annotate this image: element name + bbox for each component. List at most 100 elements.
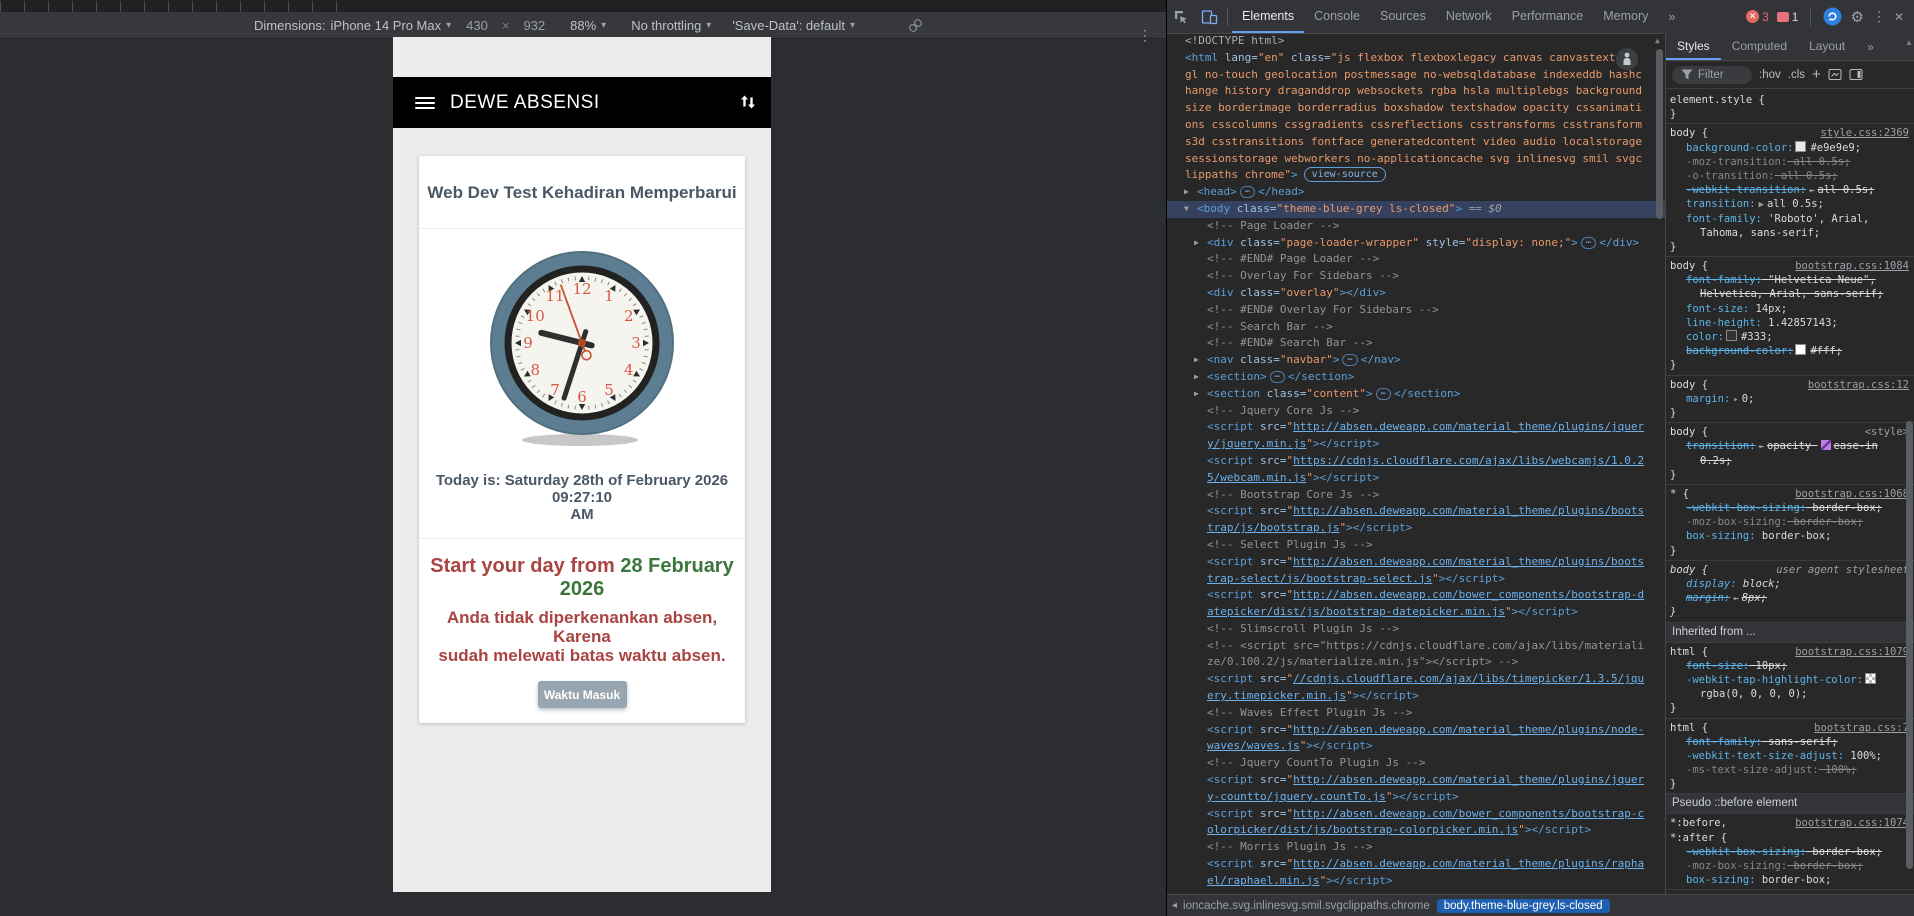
expand-arrow-icon[interactable]: ▶ (1184, 184, 1189, 201)
styles-filter-input[interactable]: Filter (1672, 65, 1752, 84)
rendering-emulation-icon[interactable] (1828, 68, 1842, 81)
css-property[interactable]: font-size: 10px; (1670, 659, 1914, 673)
style-source-link[interactable]: bootstrap.css:12 (1808, 378, 1909, 392)
css-property[interactable]: -webkit-tap-highlight-color: (1670, 672, 1914, 687)
devtools-menu-icon[interactable]: ⋮ (1872, 8, 1886, 25)
tab-performance[interactable]: Performance (1502, 0, 1594, 31)
zoom-select[interactable]: 88% (570, 18, 596, 33)
close-devtools-icon[interactable]: ✕ (1894, 10, 1904, 24)
view-source-badge[interactable]: view-source (1303, 167, 1386, 183)
inspect-element-icon[interactable] (1167, 0, 1195, 33)
style-source-link[interactable]: bootstrap.css:1074 (1795, 816, 1909, 830)
tab-console[interactable]: Console (1304, 0, 1370, 31)
dom-tree-line[interactable]: <script src="http://absen.deweapp.com/ma… (1167, 772, 1665, 789)
style-rule[interactable]: bootstrap.css:1079 html {font-size: 10px;… (1666, 643, 1914, 719)
css-property[interactable]: background-color: #fff; (1670, 344, 1914, 358)
style-source-link[interactable]: bootstrap.css:1068 (1795, 487, 1909, 501)
css-property[interactable]: transition: ▶ all 0.5s; (1670, 197, 1914, 211)
dom-tree-line[interactable]: <script src="http://absen.deweapp.com/ma… (1167, 503, 1665, 520)
dom-tree-line[interactable]: <!-- Jquery Core Js --> (1167, 403, 1665, 420)
dom-tree-line[interactable]: <!-- Bootstrap Core Js --> (1167, 487, 1665, 504)
collapsed-children-icon[interactable]: ⋯ (1269, 370, 1286, 383)
dom-tree-line[interactable]: <!DOCTYPE html> (1167, 33, 1665, 50)
dom-tree-line[interactable]: ▶ <section> ⋯ </section> (1167, 369, 1665, 386)
sidebar-tab-styles[interactable]: Styles (1666, 33, 1721, 60)
tab-elements[interactable]: Elements (1232, 0, 1305, 33)
dom-tree-line[interactable]: ▶ <nav class="navbar"> ⋯ </nav> (1167, 352, 1665, 369)
dom-tree-line[interactable]: waves/waves.js"></script> (1167, 738, 1665, 755)
style-source-link[interactable]: <style> (1865, 425, 1909, 439)
dom-tree-line[interactable]: <div class="overlay"></div> (1167, 285, 1665, 302)
css-property[interactable]: color: #333; (1670, 330, 1914, 344)
breadcrumb-selected[interactable]: body.theme-blue-grey.ls-closed (1436, 898, 1610, 913)
dom-tree-line[interactable]: <script src="http://absen.deweapp.com/bo… (1167, 806, 1665, 823)
dom-tree-line[interactable]: size borderimage borderradius boxshadow … (1167, 100, 1665, 117)
dom-tree-line[interactable]: ze/0.100.2/js/materialize.min.js"></scri… (1167, 654, 1665, 671)
css-property[interactable]: -webkit-text-size-adjust: 100%; (1670, 749, 1914, 763)
elements-scrollbar[interactable]: ▲ (1654, 33, 1665, 895)
css-property[interactable]: -webkit-transition: ▸ all 0.5s; (1670, 183, 1914, 197)
rule-selector[interactable]: bootstrap.css:1074 *:before, (1670, 816, 1914, 830)
css-property-wrap[interactable]: rgba(0, 0, 0, 0); (1670, 687, 1914, 701)
rule-selector[interactable]: bootstrap.css:1084 body { (1670, 259, 1914, 273)
style-rule[interactable]: bootstrap.css:1068 * {-webkit-box-sizing:… (1666, 485, 1914, 561)
toggle-classes-button[interactable]: .cls (1788, 69, 1805, 81)
scrollbar-thumb[interactable] (1656, 49, 1663, 219)
style-source-link[interactable]: bootstrap.css:1084 (1795, 259, 1909, 273)
throttling-select[interactable]: No throttling (631, 18, 701, 33)
color-swatch[interactable] (1795, 344, 1807, 356)
css-property[interactable]: display: block; (1670, 577, 1914, 591)
dom-tree-line[interactable]: hange history draganddrop websockets rgb… (1167, 83, 1665, 100)
styles-more-tabs-icon[interactable]: » (1856, 34, 1885, 59)
dom-tree-line[interactable]: <script src="//cdnjs.cloudflare.com/ajax… (1167, 671, 1665, 688)
sidebar-tab-computed[interactable]: Computed (1721, 33, 1798, 58)
css-property[interactable]: margin: ▸ 8px; (1670, 591, 1914, 605)
device-select[interactable]: iPhone 14 Pro Max (331, 18, 442, 33)
tab-memory[interactable]: Memory (1593, 0, 1658, 31)
hamburger-menu-icon[interactable] (415, 94, 435, 112)
new-style-rule-button[interactable]: + (1812, 66, 1821, 83)
more-tabs-icon[interactable]: » (1658, 1, 1685, 32)
settings-gear-icon[interactable]: ⚙ (1850, 8, 1863, 26)
color-swatch[interactable] (1725, 330, 1737, 341)
viewport-width-input[interactable]: 430 (466, 18, 488, 33)
dom-tree-line[interactable]: <!-- <script src="https://cdnjs.cloudfla… (1167, 638, 1665, 655)
css-property[interactable]: line-height: 1.42857143; (1670, 316, 1914, 330)
dom-tree-line[interactable]: <!-- #END# Page Loader --> (1167, 251, 1665, 268)
css-property[interactable]: -moz-box-sizing: border-box; (1670, 859, 1914, 873)
dock-sidebar-icon[interactable] (1849, 68, 1863, 81)
link-icon[interactable] (908, 18, 923, 33)
style-rule[interactable]: style.css:2369 body {background-color: #e9… (1666, 124, 1914, 258)
dom-tree-line[interactable]: <html lang="en" class="js flexbox flexbo… (1167, 50, 1665, 67)
css-property[interactable]: font-family: 'Roboto', Arial, (1670, 212, 1914, 226)
breadcrumb-ancestor[interactable]: ioncache.svg.inlinesvg.smil.svgclippaths… (1183, 900, 1430, 912)
collapse-arrow-icon[interactable]: ▼ (1184, 201, 1189, 218)
rule-selector[interactable]: <style> body { (1670, 425, 1914, 439)
expand-arrow-icon[interactable]: ▶ (1194, 235, 1199, 252)
style-rule[interactable]: user agent stylesheet body {display: bloc… (1666, 561, 1914, 623)
css-property[interactable]: box-sizing: border-box; (1670, 873, 1914, 887)
style-rule[interactable]: <style> body {transition: ▸ opacity ease-in… (1666, 423, 1914, 485)
dom-tree-line[interactable]: ons csscolumns cssgradients cssreflectio… (1167, 117, 1665, 134)
expand-arrow-icon[interactable]: ▶ (1194, 386, 1199, 403)
device-posture-icon[interactable] (1823, 7, 1842, 26)
rule-selector[interactable]: *:after { (1670, 831, 1914, 845)
collapsed-children-icon[interactable]: ⋯ (1342, 354, 1358, 367)
css-property[interactable]: -moz-transition: all 0.5s; (1670, 155, 1914, 169)
css-property[interactable]: -webkit-box-sizing: border-box; (1670, 845, 1914, 859)
device-toolbar-menu-icon[interactable]: ⋮ (1138, 27, 1152, 44)
tab-sources[interactable]: Sources (1370, 0, 1436, 31)
css-property-wrap[interactable]: Helvetica, Arial, sans-serif; (1670, 287, 1914, 301)
dom-tree-line[interactable]: <!-- Select Plugin Js --> (1167, 537, 1665, 554)
dom-tree-line[interactable]: <script src="http://absen.deweapp.com/bo… (1167, 587, 1665, 604)
dom-tree-line[interactable]: el/raphael.min.js"></script> (1167, 873, 1665, 890)
save-data-caret-icon[interactable]: ▾ (850, 20, 855, 31)
css-property[interactable]: background-color: #e9e9e9; (1670, 140, 1914, 155)
color-swatch[interactable] (1795, 140, 1807, 152)
dom-tree-line[interactable]: <!-- Waves Effect Plugin Js --> (1167, 705, 1665, 722)
dom-tree-line[interactable]: <script src="http://absen.deweapp.com/ma… (1167, 554, 1665, 571)
rule-selector[interactable]: style.css:2369 body { (1670, 126, 1914, 140)
dom-tree-line[interactable]: <!-- Jquery CountTo Plugin Js --> (1167, 755, 1665, 772)
style-rule[interactable]: bootstrap.css:1074 *:before, *:after {-web… (1666, 814, 1914, 891)
dom-tree-line[interactable]: y/jquery.min.js"></script> (1167, 436, 1665, 453)
